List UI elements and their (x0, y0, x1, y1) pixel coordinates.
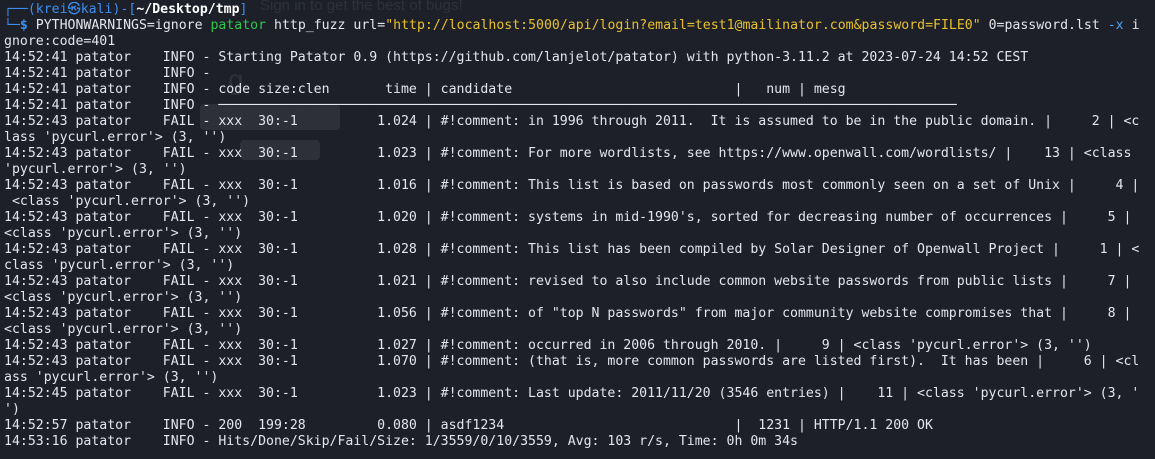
prompt-dollar: $ (19, 18, 36, 33)
output-line: ass 'pycurl.error'> (3, '') (4, 370, 219, 385)
output-line: 14:52:43 patator FAIL - xxx 30:-1 1.016 … (4, 178, 1140, 193)
output-line: 14:52:45 patator FAIL - xxx 30:-1 1.023 … (4, 386, 1140, 401)
output-line: 'pycurl.error'> (3, '') (4, 162, 187, 177)
prompt-corner-top: ┌──( (4, 2, 36, 17)
output-line: ') (4, 402, 20, 417)
output-line: 14:52:43 patator FAIL - xxx 30:-1 1.070 … (4, 354, 1140, 369)
output-line: 14:52:43 patator FAIL - xxx 30:-1 1.056 … (4, 306, 1132, 321)
output-line: 14:52:43 patator FAIL - xxx 30:-1 1.027 … (4, 338, 1092, 353)
output-line: class 'pycurl.error'> (3, '') (4, 258, 235, 273)
prompt-line: ┌──(krei㉿kali)-[~/Desktop/tmp] (4, 2, 1155, 18)
output-line: <class 'pycurl.error'> (3, '') (4, 194, 251, 209)
prompt-corner-bottom: └─ (4, 18, 20, 33)
output-line: 14:52:41 patator INFO - (4, 66, 211, 81)
prompt-sep-close: ] (239, 2, 248, 17)
prompt-user: krei (35, 2, 68, 17)
output-line: 14:53:16 patator INFO - Hits/Done/Skip/F… (4, 434, 798, 449)
output-line: 14:52:41 patator INFO - Starting Patator… (4, 50, 1029, 65)
output-line: <class 'pycurl.error'> (3, '') (4, 322, 243, 337)
output-line: 14:52:43 patator FAIL - xxx 30:-1 1.021 … (4, 274, 1132, 289)
output-line: <class 'pycurl.error'> (3, '') (4, 290, 243, 305)
command-program: patator (210, 18, 267, 33)
command-line: └─$ PYTHONWARNINGS=ignore patator http_f… (4, 18, 1155, 34)
output-line: 14:52:41 patator INFO - ────────────────… (4, 98, 957, 113)
command-url-value: "http://localhost:5000/api/login?email=t… (385, 18, 981, 33)
output-line: 14:52:43 patator FAIL - xxx 30:-1 1.023 … (4, 146, 1132, 161)
command-arg-file: 0=password.lst (988, 18, 1100, 33)
command-flag-value-rest: gnore:code=401 (4, 34, 116, 49)
output-line: lass 'pycurl.error'> (3, '') (4, 130, 227, 145)
command-module: http_fuzz (274, 18, 346, 33)
output-line: 14:52:43 patator FAIL - xxx 30:-1 1.020 … (4, 210, 1132, 225)
terminal-window[interactable]: Sign in to get the best of bugs! g ┌──(k… (0, 0, 1155, 459)
command-flag-value-start: i (1131, 18, 1140, 33)
prompt-at-symbol: ㉿ (67, 2, 81, 17)
prompt-cwd: ~/Desktop/tmp (136, 2, 240, 17)
command-line-wrap: gnore:code=401 (4, 34, 1155, 50)
output-line: 14:52:43 patator FAIL - xxx 30:-1 1.024 … (4, 114, 1140, 129)
terminal-output[interactable]: ┌──(krei㉿kali)-[~/Desktop/tmp] └─$ PYTHO… (0, 0, 1155, 450)
prompt-sep: )-[ (112, 2, 137, 17)
prompt-host: kali (80, 2, 113, 17)
output-line: 14:52:43 patator FAIL - xxx 30:-1 1.028 … (4, 242, 1140, 257)
output-line: 14:52:57 patator INFO - 200 199:28 0.080… (4, 418, 933, 433)
command-url-key: url= (353, 18, 386, 33)
output-line: <class 'pycurl.error'> (3, '') (4, 226, 243, 241)
command-env: PYTHONWARNINGS=ignore (35, 18, 203, 33)
command-flag: -x (1107, 18, 1124, 33)
output-line: 14:52:41 patator INFO - code size:clen t… (4, 82, 846, 97)
